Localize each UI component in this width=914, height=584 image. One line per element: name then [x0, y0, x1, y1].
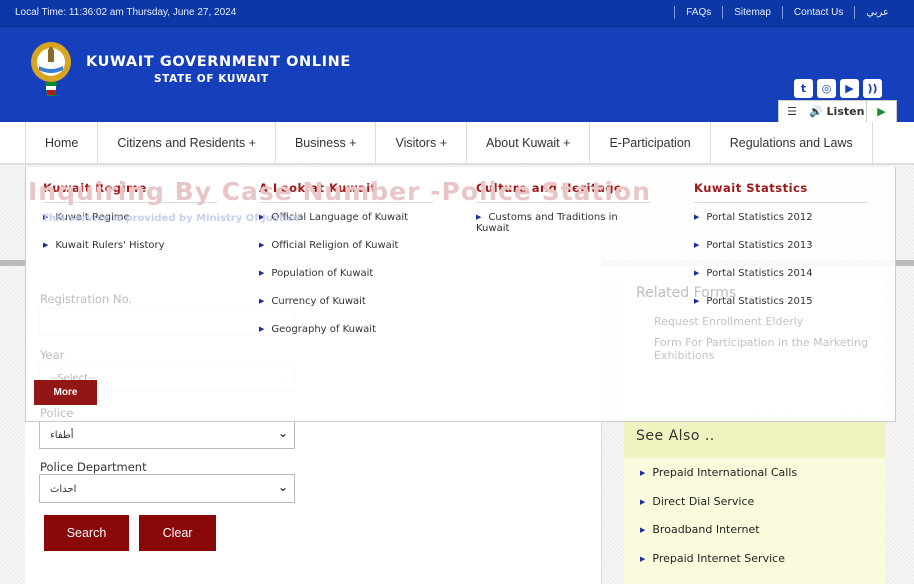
- item-label: Portal Statistics 2012: [706, 212, 813, 223]
- nav-e-participation[interactable]: E-Participation: [590, 122, 711, 165]
- item-label: Direct Dial Service: [652, 494, 755, 508]
- listen-widget: ☰ 🔊 Listen ▶: [778, 100, 897, 123]
- main-nav: Home Citizens and Residents + Business +…: [0, 122, 914, 165]
- chevron-down-icon: ⌄: [277, 426, 288, 440]
- nav-regulations[interactable]: Regulations and Laws: [711, 122, 873, 165]
- bullet-icon: ▶: [640, 497, 646, 506]
- nav-business[interactable]: Business +: [276, 122, 377, 165]
- mega-menu-item[interactable]: ▶ Population of Kuwait: [259, 268, 433, 296]
- dept-select[interactable]: احداث ⌄: [39, 474, 295, 503]
- mega-menu-item[interactable]: ▶ Kuwait Rulers' History: [43, 240, 217, 268]
- bullet-icon: ▶: [259, 213, 265, 221]
- dept-label: Police Department: [40, 460, 147, 474]
- top-links: FAQs Sitemap Contact Us عربي: [674, 6, 900, 19]
- site-header: KUWAIT GOVERNMENT ONLINE STATE OF KUWAIT…: [0, 27, 914, 123]
- nav-home[interactable]: Home: [26, 122, 99, 165]
- top-bar: Local Time: 11:36:02 am Thursday, June 2…: [0, 0, 914, 27]
- mega-menu-item[interactable]: ▶ Currency of Kuwait: [259, 296, 433, 324]
- mega-column: Kuwait Regime ▶ Kuwait Regime ▶ Kuwait Ruler…: [43, 181, 217, 268]
- mega-menu-item[interactable]: ▶ Geography of Kuwait: [259, 324, 433, 352]
- item-label: Prepaid International Calls: [652, 466, 798, 479]
- nav-visitors[interactable]: Visitors +: [376, 122, 467, 165]
- mega-column-heading[interactable]: Kuwait Regime: [43, 181, 217, 203]
- nav-about-kuwait[interactable]: About Kuwait +: [467, 122, 591, 165]
- mega-menu-item[interactable]: ▶ Official Language of Kuwait: [259, 212, 433, 240]
- arabic-link[interactable]: عربي: [854, 6, 900, 19]
- mega-column-heading[interactable]: Culture and Heritage: [476, 181, 650, 203]
- see-also-heading: See Also ..: [624, 418, 885, 458]
- related-item[interactable]: Request Enrollment Elderly: [624, 311, 885, 332]
- bullet-icon: ▶: [640, 554, 646, 563]
- see-also: See Also .. ▶ Prepaid International Calls…: [624, 418, 885, 584]
- kuwait-emblem-logo[interactable]: [26, 40, 76, 98]
- related-item[interactable]: Form For Participation in the Marketing …: [624, 332, 885, 366]
- site-title: KUWAIT GOVERNMENT ONLINE: [86, 54, 351, 70]
- bullet-icon: ▶: [259, 241, 265, 249]
- mega-column-heading[interactable]: Kuwait Statstics: [694, 181, 868, 203]
- bullet-icon: ▶: [694, 213, 700, 221]
- bullet-icon: ▶: [43, 241, 49, 249]
- sitemap-link[interactable]: Sitemap: [722, 6, 782, 19]
- rss-icon[interactable]: )): [863, 79, 882, 98]
- twitter-icon[interactable]: t: [794, 79, 813, 98]
- mega-menu-item[interactable]: ▶ Portal Statistics 2012: [694, 212, 868, 240]
- item-label: Broadband Internet: [652, 523, 760, 536]
- more-button[interactable]: More: [34, 380, 97, 405]
- item-label: Official Religion of Kuwait: [271, 240, 399, 251]
- item-label: Population of Kuwait: [271, 268, 374, 279]
- listen-button[interactable]: 🔊 Listen: [805, 105, 866, 118]
- mega-column-heading[interactable]: A Look at Kuwait: [259, 181, 433, 203]
- see-also-item[interactable]: ▶ Prepaid International Calls: [624, 466, 885, 495]
- search-button[interactable]: Search: [44, 515, 129, 551]
- see-also-item[interactable]: ▶ Direct Dial Service: [624, 495, 885, 524]
- site-subtitle: STATE OF KUWAIT: [154, 73, 269, 85]
- item-label: Official Language of Kuwait: [271, 212, 409, 223]
- bullet-icon: ▶: [476, 213, 482, 221]
- bullet-icon: ▶: [640, 469, 646, 477]
- nav-citizens[interactable]: Citizens and Residents +: [98, 122, 276, 165]
- bullet-icon: ▶: [259, 325, 265, 333]
- item-label: Customs and Traditions in Kuwait: [476, 212, 618, 234]
- mega-menu-item[interactable]: ▶ Portal Statistics 2013: [694, 240, 868, 268]
- related-heading: Related Forms: [636, 285, 737, 301]
- item-label: Currency of Kuwait: [271, 296, 366, 307]
- menu-icon[interactable]: ☰: [779, 105, 805, 118]
- social-links: t ◎ ▶ )): [794, 79, 882, 98]
- mega-menu-item[interactable]: ▶ Official Religion of Kuwait: [259, 240, 433, 268]
- bullet-icon: ▶: [43, 213, 49, 221]
- local-time: Local Time: 11:36:02 am Thursday, June 2…: [15, 7, 237, 18]
- police-value: أطفاء: [50, 430, 74, 441]
- listen-label: Listen: [826, 105, 865, 118]
- item-label: Prepaid Internet Service: [652, 551, 785, 565]
- dept-value: احداث: [50, 484, 77, 495]
- youtube-icon[interactable]: ▶: [840, 79, 859, 98]
- bullet-icon: ▶: [694, 241, 700, 249]
- contact-us-link[interactable]: Contact Us: [781, 6, 854, 19]
- bullet-icon: ▶: [259, 269, 265, 277]
- mega-menu-item[interactable]: ▶ Customs and Traditions in Kuwait: [476, 212, 650, 240]
- see-also-item[interactable]: ▶ Prepaid Internet Service: [624, 552, 885, 581]
- clear-button[interactable]: Clear: [139, 515, 216, 551]
- item-label: Kuwait Regime: [55, 212, 130, 223]
- mega-menu-item[interactable]: ▶ Kuwait Regime: [43, 212, 217, 240]
- item-label: Kuwait Rulers' History: [55, 240, 165, 251]
- item-label: Geography of Kuwait: [271, 324, 376, 335]
- mega-column: A Look at Kuwait ▶ Official Language of Ku…: [259, 181, 433, 352]
- bullet-icon: ▶: [259, 297, 265, 305]
- faqs-link[interactable]: FAQs: [674, 6, 722, 19]
- item-label: Portal Statistics 2013: [706, 240, 813, 251]
- instagram-icon[interactable]: ◎: [817, 79, 836, 98]
- chevron-down-icon: ⌄: [277, 480, 288, 494]
- bullet-icon: ▶: [640, 526, 646, 534]
- play-icon[interactable]: ▶: [866, 101, 896, 122]
- mega-column: Culture and Heritage ▶ Customs and Traditi…: [476, 181, 650, 240]
- police-select[interactable]: أطفاء ⌄: [39, 420, 295, 449]
- see-also-item[interactable]: ▶ Broadband Internet: [624, 523, 885, 552]
- speaker-icon: 🔊: [809, 105, 823, 118]
